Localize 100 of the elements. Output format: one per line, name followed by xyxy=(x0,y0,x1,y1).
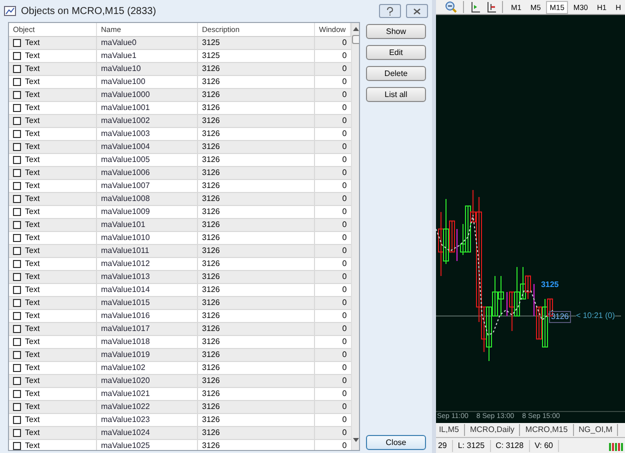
checkbox[interactable] xyxy=(13,117,21,125)
checkbox[interactable] xyxy=(13,247,21,255)
dialog-button[interactable]: List all xyxy=(366,87,426,102)
checkbox[interactable] xyxy=(13,403,21,411)
table-cell: 3126 xyxy=(198,258,315,270)
table-cell: maValue1024 xyxy=(97,427,198,439)
dialog-button[interactable]: Delete xyxy=(366,66,426,81)
table-cell: 3126 xyxy=(198,154,315,166)
table-cell-text: 0 xyxy=(341,206,348,218)
table-cell-text: 0 xyxy=(341,427,348,439)
checkbox[interactable] xyxy=(13,182,21,190)
checkbox[interactable] xyxy=(13,208,21,216)
table-cell: maValue1014 xyxy=(97,284,198,296)
table-cell: Text xyxy=(25,167,40,179)
checkbox[interactable] xyxy=(13,156,21,164)
status-field: 29 xyxy=(436,440,453,452)
checkbox[interactable] xyxy=(13,312,21,320)
checkbox[interactable] xyxy=(13,104,21,112)
checkbox[interactable] xyxy=(13,325,21,333)
table-cell: 3126 xyxy=(198,76,315,88)
table-cell: maValue1021 xyxy=(97,388,198,400)
checkbox[interactable] xyxy=(13,78,21,86)
table-cell: Text xyxy=(25,128,40,140)
dialog-button[interactable]: Edit xyxy=(366,45,426,60)
table-cell: Text xyxy=(25,141,40,153)
table-cell: Text xyxy=(25,440,40,450)
table-cell: Text xyxy=(25,76,40,88)
checkbox[interactable] xyxy=(13,442,21,450)
checkbox[interactable] xyxy=(13,364,21,372)
checkbox[interactable] xyxy=(13,143,21,151)
table-cell-text: 0 xyxy=(341,297,348,309)
table-cell-text: 0 xyxy=(341,167,348,179)
table-cell-text: 0 xyxy=(341,141,348,153)
table-cell: Text xyxy=(25,284,40,296)
checkbox[interactable] xyxy=(13,260,21,268)
checkbox[interactable] xyxy=(13,91,21,99)
table-cell: 3126 xyxy=(198,388,315,400)
checkbox[interactable] xyxy=(13,221,21,229)
price-label: 3125 xyxy=(540,279,559,291)
table-cell: Text xyxy=(25,323,40,335)
up-arrow-icon[interactable] xyxy=(353,27,359,31)
table-cell: maValue102 xyxy=(97,362,198,374)
dialog-button[interactable]: Show xyxy=(366,24,426,39)
checkbox[interactable] xyxy=(13,390,21,398)
table-cell: maValue1016 xyxy=(97,310,198,322)
table-cell: maValue1002 xyxy=(97,115,198,127)
chart-tab[interactable]: IL,M5 xyxy=(436,424,465,436)
bar-timer: < 10:21 (0) xyxy=(576,311,615,321)
table-cell-text: 0 xyxy=(341,362,348,374)
table-cell: maValue1012 xyxy=(97,258,198,270)
checkbox[interactable] xyxy=(13,130,21,138)
table-cell: maValue1018 xyxy=(97,336,198,348)
chart-tab[interactable]: NG_OI,M xyxy=(574,424,618,436)
checkbox[interactable] xyxy=(13,286,21,294)
checkbox[interactable] xyxy=(13,234,21,242)
checkbox[interactable] xyxy=(13,39,21,47)
chart-tab[interactable]: MCRO,M15 xyxy=(520,424,574,436)
table-cell: 3126 xyxy=(198,427,315,439)
table-cell: 3126 xyxy=(198,63,315,75)
table-cell-text: 0 xyxy=(341,336,348,348)
table-cell: Text xyxy=(25,89,40,101)
table-cell: 3126 xyxy=(198,362,315,374)
table-cell: Text xyxy=(25,388,40,400)
table-cell: 3126 xyxy=(198,271,315,283)
checkbox[interactable] xyxy=(13,65,21,73)
scrollbar-thumb[interactable] xyxy=(352,35,359,44)
checkbox[interactable] xyxy=(13,377,21,385)
checkbox[interactable] xyxy=(13,52,21,60)
close-button[interactable] xyxy=(406,4,428,18)
table-cell-text: 0 xyxy=(341,258,348,270)
table-cell-text: 0 xyxy=(341,245,348,257)
checkbox[interactable] xyxy=(13,195,21,203)
table-cell: Text xyxy=(25,50,40,62)
table-cell: Text xyxy=(25,219,40,231)
table-cell: maValue100 xyxy=(97,76,198,88)
table-cell: 3126 xyxy=(198,375,315,387)
zoom-out-icon[interactable] xyxy=(444,1,457,13)
help-button[interactable] xyxy=(378,4,401,18)
table-cell-text: 0 xyxy=(341,284,348,296)
chart-shift-icon[interactable] xyxy=(470,2,480,12)
table-cell: 3126 xyxy=(198,141,315,153)
checkbox[interactable] xyxy=(13,338,21,346)
table-cell: Text xyxy=(25,232,40,244)
checkbox[interactable] xyxy=(13,416,21,424)
table-cell: 3126 xyxy=(198,180,315,192)
autoscroll-icon[interactable] xyxy=(486,2,496,12)
checkbox[interactable] xyxy=(13,273,21,281)
checkbox[interactable] xyxy=(13,351,21,359)
down-arrow-icon[interactable] xyxy=(353,438,359,442)
table-cell: Text xyxy=(25,414,40,426)
checkbox[interactable] xyxy=(13,429,21,437)
close-dialog-button[interactable]: Close xyxy=(366,435,426,450)
table-cell-text: 0 xyxy=(341,128,348,140)
table-cell: maValue1004 xyxy=(97,141,198,153)
checkbox[interactable] xyxy=(13,299,21,307)
table-cell: maValue1025 xyxy=(97,440,198,450)
table-cell-text: 0 xyxy=(341,388,348,400)
table-cell: maValue1 xyxy=(97,50,198,62)
chart-tab[interactable]: MCRO,Daily xyxy=(464,424,520,436)
checkbox[interactable] xyxy=(13,169,21,177)
